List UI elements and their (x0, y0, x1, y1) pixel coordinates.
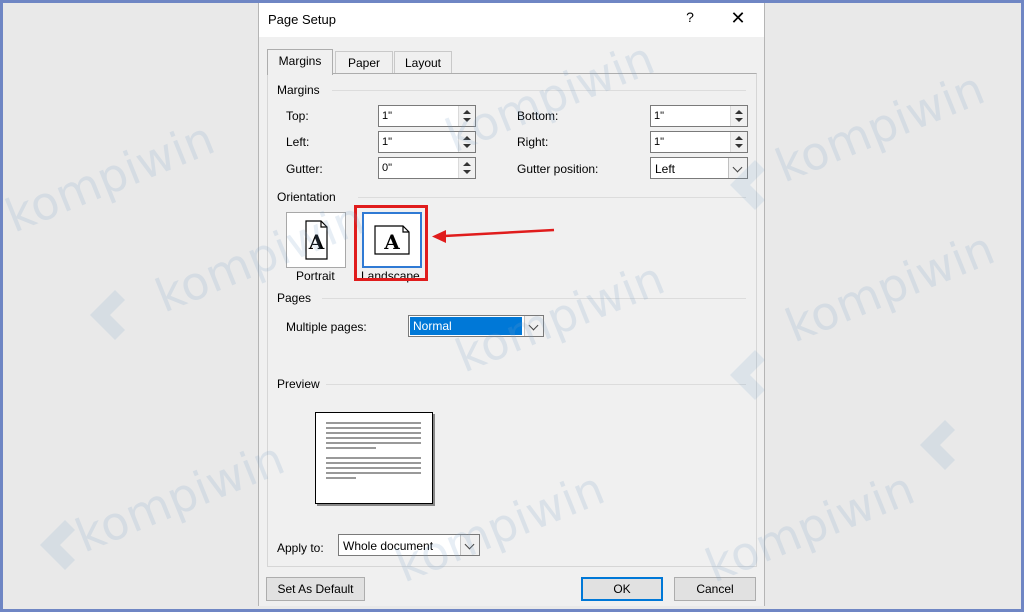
title-bar: Page Setup ? ✕ (259, 3, 764, 37)
top-margin-label: Top: (286, 109, 309, 123)
dialog-title: Page Setup (268, 12, 336, 27)
spin-down-icon[interactable] (463, 118, 471, 122)
margins-panel: Margins Top: 1" Bottom: 1" Left: 1" Righ… (267, 73, 757, 567)
preview-heading: Preview (277, 377, 320, 391)
spin-up-icon[interactable] (735, 136, 743, 140)
orientation-divider (358, 197, 746, 198)
gutter-position-select[interactable]: Left (650, 157, 748, 179)
apply-to-select[interactable]: Whole document (338, 534, 480, 556)
portrait-label: Portrait (296, 269, 335, 283)
pages-heading: Pages (277, 291, 312, 305)
right-margin-label: Right: (517, 135, 549, 149)
top-margin-spinner[interactable]: 1" (378, 105, 476, 127)
spin-up-icon[interactable] (463, 136, 471, 140)
spin-down-icon[interactable] (735, 118, 743, 122)
dropdown-button[interactable] (460, 535, 479, 555)
gutter-label: Gutter: (286, 162, 323, 176)
pages-divider (322, 298, 746, 299)
spin-up-icon[interactable] (463, 162, 471, 166)
right-margin-spinner[interactable]: 1" (650, 131, 748, 153)
spin-down-icon[interactable] (463, 170, 471, 174)
multiple-pages-select[interactable]: Normal (408, 315, 544, 337)
gutter-spinner[interactable]: 0" (378, 157, 476, 179)
ok-button[interactable]: OK (581, 577, 663, 601)
spin-buttons[interactable] (730, 106, 747, 126)
dropdown-button[interactable] (524, 316, 543, 336)
apply-to-value: Whole document (343, 539, 434, 553)
spin-buttons[interactable] (458, 132, 475, 152)
top-margin-value: 1" (382, 110, 393, 122)
chevron-down-icon (464, 539, 475, 550)
highlight-box (354, 205, 428, 281)
bottom-margin-label: Bottom: (517, 109, 559, 123)
page-setup-dialog: Page Setup ? ✕ Margins Paper Layout Marg… (258, 3, 765, 606)
spin-down-icon[interactable] (463, 144, 471, 148)
annotation-arrow-icon (432, 228, 555, 243)
margins-heading: Margins (277, 83, 320, 97)
spin-buttons[interactable] (458, 158, 475, 178)
left-margin-label: Left: (286, 135, 310, 149)
spin-up-icon[interactable] (463, 110, 471, 114)
multiple-pages-value: Normal (410, 317, 522, 335)
portrait-button[interactable]: A (286, 212, 346, 268)
preview-page (315, 412, 433, 504)
set-as-default-button[interactable]: Set As Default (266, 577, 365, 601)
portrait-page-icon: A (305, 220, 328, 260)
help-button[interactable]: ? (683, 9, 697, 29)
gutter-position-label: Gutter position: (517, 162, 599, 176)
bottom-margin-spinner[interactable]: 1" (650, 105, 748, 127)
tab-margins[interactable]: Margins (267, 49, 333, 75)
right-margin-value: 1" (654, 136, 665, 148)
close-button[interactable]: ✕ (727, 7, 749, 29)
gutter-value: 0" (382, 162, 393, 174)
dropdown-button[interactable] (728, 158, 747, 178)
chevron-down-icon (732, 162, 743, 173)
orientation-heading: Orientation (277, 190, 336, 204)
margins-divider (332, 90, 746, 91)
portrait-icon-letter: A (308, 230, 325, 254)
gutter-position-value: Left (655, 162, 676, 176)
apply-to-label: Apply to: (277, 541, 324, 555)
spin-down-icon[interactable] (735, 144, 743, 148)
spin-buttons[interactable] (458, 106, 475, 126)
tab-paper[interactable]: Paper (335, 51, 393, 74)
preview-divider (326, 384, 746, 385)
multiple-pages-label: Multiple pages: (286, 320, 367, 334)
tab-layout[interactable]: Layout (394, 51, 452, 74)
left-margin-value: 1" (382, 136, 393, 148)
spin-buttons[interactable] (730, 132, 747, 152)
left-margin-spinner[interactable]: 1" (378, 131, 476, 153)
spin-up-icon[interactable] (735, 110, 743, 114)
cancel-button[interactable]: Cancel (674, 577, 756, 601)
chevron-down-icon (528, 320, 539, 331)
preview-lines (326, 422, 421, 479)
bottom-margin-value: 1" (654, 110, 665, 122)
